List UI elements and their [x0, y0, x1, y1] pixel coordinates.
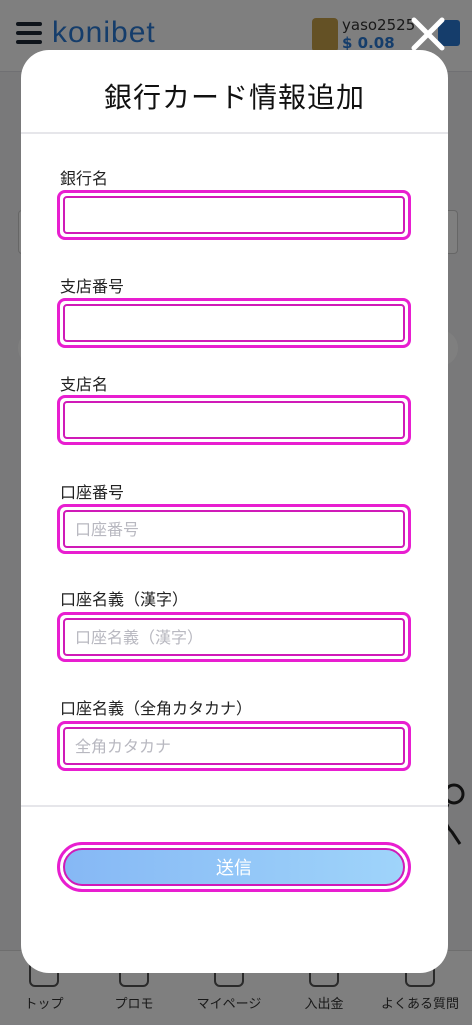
account-holder-katakana-field-wrapper	[57, 721, 411, 771]
branch-number-label: 支店番号	[60, 277, 125, 296]
branch-name-label: 支店名	[60, 375, 109, 394]
branch-number-input[interactable]	[63, 304, 405, 342]
bank-name-field-wrapper	[57, 190, 411, 240]
bank-card-modal: 銀行カード情報追加 銀行名 支店番号 支店名 口座番号 口座名義（漢字） 口座名…	[21, 50, 448, 973]
account-holder-katakana-label: 口座名義（全角カタカナ）	[60, 699, 253, 718]
bank-name-label: 銀行名	[60, 169, 109, 188]
account-number-label: 口座番号	[60, 483, 125, 502]
bank-name-input[interactable]	[63, 196, 405, 234]
divider	[21, 805, 448, 807]
account-holder-kanji-field-wrapper	[57, 612, 411, 662]
account-number-input[interactable]	[63, 510, 405, 548]
submit-button-wrapper: 送信	[57, 842, 411, 892]
submit-button[interactable]: 送信	[63, 848, 405, 886]
branch-name-field-wrapper	[57, 395, 411, 445]
account-holder-kanji-input[interactable]	[63, 618, 405, 656]
branch-name-input[interactable]	[63, 401, 405, 439]
divider	[21, 132, 448, 134]
branch-number-field-wrapper	[57, 298, 411, 348]
account-holder-kanji-label: 口座名義（漢字）	[60, 590, 189, 609]
account-holder-katakana-input[interactable]	[63, 727, 405, 765]
account-number-field-wrapper	[57, 504, 411, 554]
modal-title: 銀行カード情報追加	[103, 81, 365, 114]
